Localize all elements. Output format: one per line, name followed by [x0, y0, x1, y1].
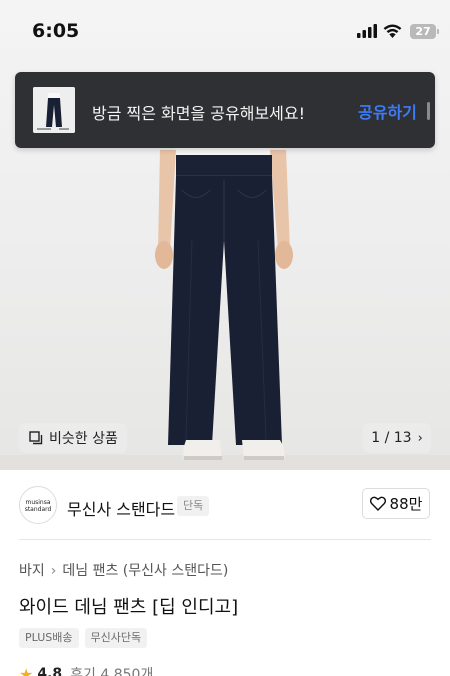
signal-icon: [357, 24, 377, 38]
chevron-right-icon: ›: [50, 563, 57, 579]
tag-plus-delivery: PLUS배송: [19, 628, 79, 648]
product-image[interactable]: [0, 0, 450, 470]
breadcrumb-item-category[interactable]: 바지: [19, 563, 45, 579]
share-screenshot-toast[interactable]: 방금 찍은 화면을 공유해보세요! 공유하기: [15, 72, 435, 148]
chevron-right-icon: ›: [417, 430, 423, 446]
screenshot-thumbnail[interactable]: [33, 87, 75, 133]
rating-row[interactable]: ★ 4.8 후기 4,850개: [19, 664, 153, 676]
battery-indicator: 27: [410, 24, 439, 39]
wifi-icon: [383, 24, 402, 38]
product-tags: PLUS배송 무신사단독: [19, 628, 153, 648]
tag-exclusive: 무신사단독: [84, 628, 148, 648]
product-title: 와이드 데님 팬츠 [딥 인디고]: [19, 597, 239, 618]
brand-logo-text: musinsa standard: [24, 499, 52, 513]
similar-products-button[interactable]: 비슷한 상품: [19, 423, 127, 453]
rating-score: 4.8: [37, 666, 63, 676]
exclusive-badge: 단독: [177, 496, 210, 516]
section-divider: [19, 539, 431, 540]
image-page-indicator[interactable]: 1 / 13 ›: [363, 423, 431, 453]
toast-message: 방금 찍은 화면을 공유해보세요!: [92, 104, 306, 123]
toast-handle[interactable]: [427, 102, 430, 120]
like-count: 88만: [389, 495, 423, 513]
brand-row[interactable]: musinsa standard 무신사 스탠다드 단독 88만: [0, 470, 450, 542]
heart-icon: [369, 496, 386, 511]
similar-products-icon: [29, 431, 43, 445]
page-indicator-label: 1 / 13: [371, 430, 412, 446]
like-button[interactable]: 88만: [362, 488, 430, 519]
brand-name[interactable]: 무신사 스탠다드: [67, 496, 175, 520]
breadcrumb: 바지 › 데님 팬츠 (무신사 스탠다드): [19, 560, 228, 580]
brand-logo[interactable]: musinsa standard: [19, 486, 57, 524]
star-icon: ★: [19, 664, 34, 676]
similar-products-label: 비슷한 상품: [49, 431, 118, 447]
status-time: 6:05: [32, 20, 80, 42]
status-bar: 6:05 27: [0, 0, 450, 66]
review-count[interactable]: 후기 4,850개: [70, 664, 153, 676]
product-photo-illustration: [155, 120, 293, 460]
share-button[interactable]: 공유하기: [358, 99, 417, 123]
breadcrumb-item-subcategory[interactable]: 데님 팬츠 (무신사 스탠다드): [62, 563, 228, 579]
